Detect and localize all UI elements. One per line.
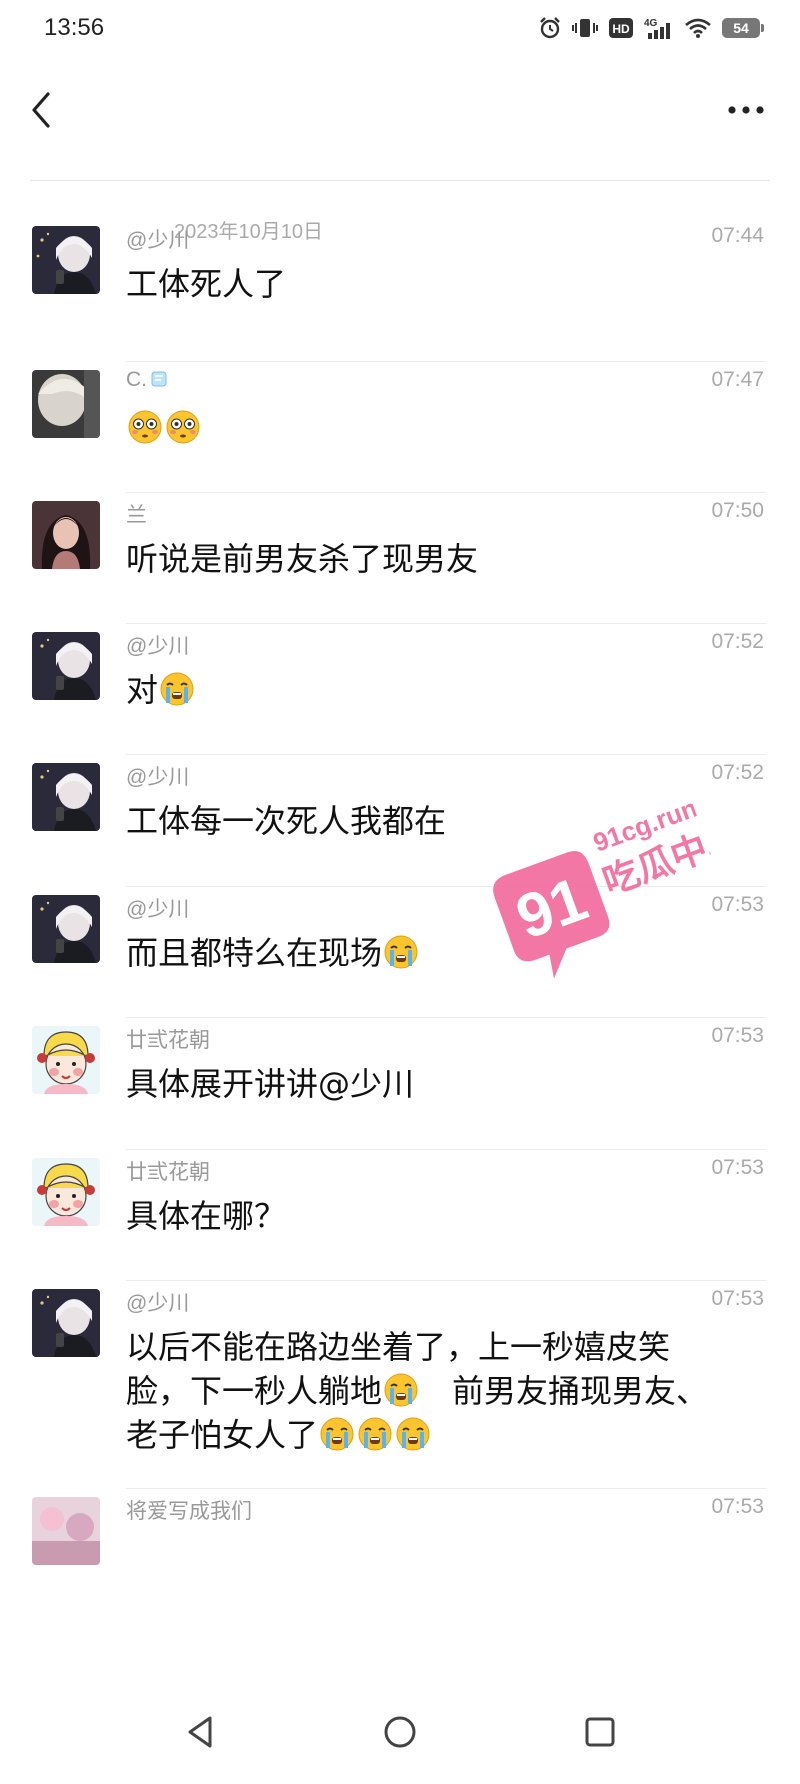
message-item[interactable]: 将爱写成我们 07:53: [0, 1489, 800, 1619]
avatar-image: [32, 370, 100, 438]
nav-home-icon[interactable]: [380, 1712, 420, 1752]
message-line: 以后不能在路边坐着了，上一秒嬉皮笑: [126, 1328, 671, 1366]
sender-name: 将爱写成我们: [126, 1500, 252, 1523]
message-text: 具体在哪？: [126, 1197, 287, 1235]
crying-emoji-icon: [396, 1417, 430, 1451]
message-item[interactable]: 兰 07:50 听说是前男友杀了现男友: [0, 493, 800, 624]
svg-text:HD: HD: [612, 22, 630, 36]
crying-emoji-icon: [160, 672, 194, 706]
crying-emoji-icon: [358, 1417, 392, 1451]
wifi-icon: [685, 18, 711, 38]
message-item[interactable]: @少川 07:53 以后不能在路边坐着了，上一秒嬉皮笑 脸，下一秒人躺地 前男友捅…: [0, 1281, 800, 1489]
message-item[interactable]: 廿弎花朝 07:53 具体展开讲讲@少川: [0, 1018, 800, 1150]
message-time: 07:53: [711, 1495, 764, 1518]
message-text: 听说是前男友杀了现男友: [126, 540, 479, 578]
message-item[interactable]: @少川 07:44 工体死人了: [0, 218, 800, 362]
system-nav-bar: [0, 1684, 800, 1784]
avatar[interactable]: [32, 763, 100, 831]
sender-name: 兰: [126, 504, 147, 527]
avatar[interactable]: [32, 226, 100, 294]
flushed-emoji-icon: [128, 410, 162, 444]
sender-name: @少川: [126, 1292, 190, 1315]
message-text: 具体展开讲讲@少川: [126, 1065, 415, 1103]
crying-emoji-icon: [320, 1417, 354, 1451]
avatar[interactable]: [32, 1289, 100, 1357]
avatar-image: [32, 226, 100, 294]
battery-indicator: 54: [722, 18, 764, 38]
sender-name: @少川: [126, 229, 190, 252]
message-time: 07:50: [711, 499, 764, 522]
svg-text:4G: 4G: [644, 18, 658, 29]
avatar-image: [32, 763, 100, 831]
avatar-image: [32, 1289, 100, 1357]
avatar[interactable]: [32, 370, 100, 438]
more-button[interactable]: [722, 92, 770, 128]
status-time: 13:56: [44, 14, 105, 41]
signal-4g-icon: 4G: [644, 18, 670, 39]
flushed-emoji-icon: [166, 410, 200, 444]
avatar[interactable]: [32, 632, 100, 700]
message-time: 07:52: [711, 630, 764, 653]
avatar[interactable]: [32, 1158, 100, 1226]
alarm-icon: [540, 17, 560, 39]
sender-name: 廿弎花朝: [126, 1161, 210, 1184]
sender-name: @少川: [126, 635, 190, 658]
message-item[interactable]: C. 07:47: [0, 362, 800, 493]
crying-emoji-icon: [384, 935, 418, 969]
status-bar: 13:56 HD 4G 54: [0, 0, 800, 60]
message-item[interactable]: 廿弎花朝 07:53 具体在哪？: [0, 1150, 800, 1281]
avatar[interactable]: [32, 1026, 100, 1094]
vibrate-icon: [572, 19, 598, 37]
message-text: [126, 406, 746, 450]
sender-name: @少川: [126, 898, 190, 921]
status-icons: HD 4G 54: [538, 16, 764, 40]
crying-emoji-icon: [384, 1373, 418, 1407]
nav-recents-icon[interactable]: [580, 1712, 620, 1752]
divider: [400, 179, 770, 181]
message-text: 工体死人了: [126, 265, 287, 303]
divider: [30, 179, 400, 181]
message-text: 以后不能在路边坐着了，上一秒嬉皮笑 脸，下一秒人躺地 前男友捅现男友、 老子怕女人…: [126, 1325, 746, 1457]
avatar-image: [32, 895, 100, 963]
hd-icon: HD: [609, 18, 633, 38]
message-time: 07:53: [711, 1024, 764, 1047]
avatar-image: [32, 1026, 100, 1094]
avatar-image: [32, 1158, 100, 1226]
ice-cube-icon: [151, 371, 167, 387]
avatar[interactable]: [32, 895, 100, 963]
message-time: 07:44: [711, 224, 764, 247]
nav-bar: [0, 70, 800, 150]
sender-name: @少川: [126, 766, 190, 789]
sender-name: C.: [126, 368, 168, 392]
avatar-image: [32, 501, 100, 569]
back-arrow-icon: [32, 92, 50, 128]
message-item[interactable]: @少川 07:52 对: [0, 624, 800, 755]
message-time: 07:52: [711, 761, 764, 784]
avatar-image: [32, 1497, 100, 1565]
message-text: 对: [126, 668, 746, 712]
more-icon: [728, 106, 764, 114]
avatar-image: [32, 632, 100, 700]
avatar[interactable]: [32, 1497, 100, 1565]
date-separator: 2023年10月10日: [30, 166, 770, 243]
back-button[interactable]: [22, 86, 62, 134]
message-time: 07:53: [711, 1156, 764, 1179]
message-line: 脸，下一秒人躺地 前男友捅现男友、: [126, 1372, 709, 1410]
nav-back-icon[interactable]: [180, 1712, 220, 1752]
message-line: 老子怕女人了: [126, 1413, 746, 1457]
avatar[interactable]: [32, 501, 100, 569]
message-time: 07:47: [711, 368, 764, 391]
message-time: 07:53: [711, 1287, 764, 1310]
sender-name: 廿弎花朝: [126, 1029, 210, 1052]
